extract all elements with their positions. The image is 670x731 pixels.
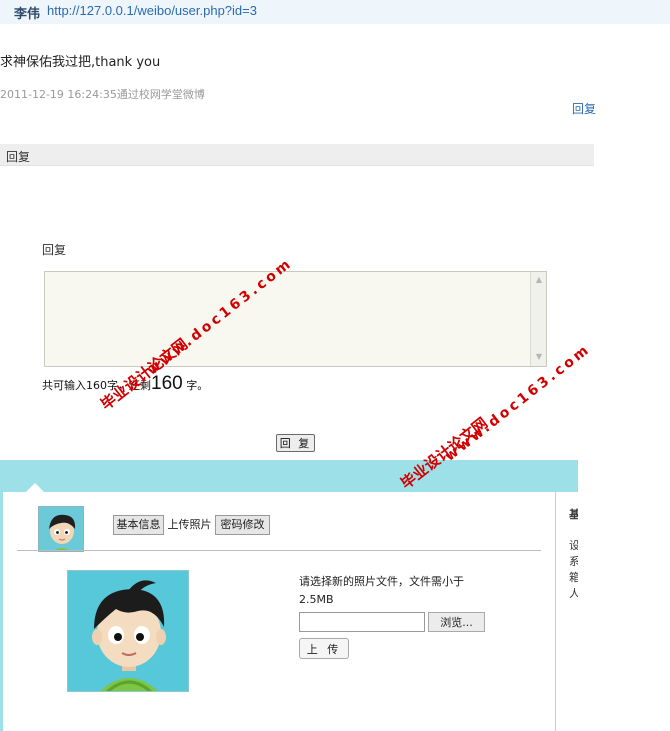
reply-header-title: 回复 <box>6 150 31 164</box>
reply-section-header: 回复 <box>0 144 594 166</box>
post-timestamp: 2011-12-19 16:24:35通过校网学堂微博 <box>0 88 205 101</box>
reply-textarea[interactable] <box>44 271 547 367</box>
small-avatar[interactable] <box>38 506 84 552</box>
upload-button[interactable]: 上 传 <box>299 638 349 659</box>
tab-basic-info[interactable]: 基本信息 <box>113 515 164 535</box>
reply-textarea-scrollbar[interactable]: ▲ ▼ <box>530 272 546 366</box>
upload-instructions: 请选择新的照片文件，文件需小于2.5MB <box>299 575 464 606</box>
counter-suffix: 字。 <box>186 379 209 392</box>
tab-upload-photo[interactable]: 上传照片 <box>164 515 215 535</box>
side-text-5: 人 <box>569 587 578 600</box>
panel-pointer <box>26 483 44 492</box>
tab-change-password[interactable]: 密码修改 <box>215 515 270 535</box>
reply-submit-button[interactable]: 回 复 <box>276 434 315 452</box>
side-text-4: 箱 <box>569 571 578 584</box>
current-photo <box>67 570 189 692</box>
reply-form-label: 回复 <box>42 243 67 257</box>
post-content: 求神保佑我过把,thank you <box>0 55 161 70</box>
avatar-boy-large-icon <box>68 571 188 691</box>
side-text-1: 基 <box>569 508 578 521</box>
side-text-2: 设 <box>569 539 578 552</box>
browse-button[interactable]: 浏览... <box>428 612 485 632</box>
tabs-divider <box>17 550 541 551</box>
side-text-3: 系 <box>569 555 578 568</box>
reply-link[interactable]: 回复 <box>572 100 596 117</box>
scroll-down-icon[interactable]: ▼ <box>534 352 544 362</box>
avatar-boy-icon <box>39 507 83 551</box>
file-path-input[interactable] <box>299 612 425 632</box>
post-header-bar: 李伟 http://127.0.0.1/weibo/user.php?id=3 <box>0 0 670 24</box>
scroll-up-icon[interactable]: ▲ <box>534 275 544 285</box>
author-name[interactable]: 李伟 <box>14 3 40 22</box>
side-info-strip: 基 设 系 箱 人 <box>556 492 578 731</box>
author-url[interactable]: http://127.0.0.1/weibo/user.php?id=3 <box>47 3 257 18</box>
